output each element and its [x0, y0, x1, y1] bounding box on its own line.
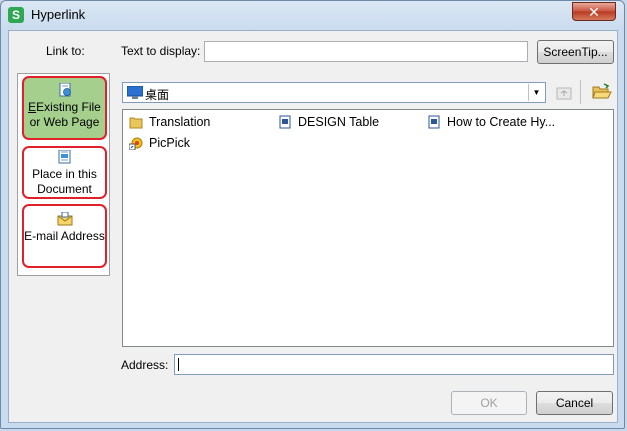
file-list[interactable]: Translation DESIGN Table How to Create H…	[122, 109, 614, 347]
address-label: Address:	[121, 358, 169, 372]
text-cursor	[178, 358, 179, 371]
nav-existing-line2: or Web Page	[29, 115, 100, 129]
app-icon: S	[8, 7, 24, 23]
nav-place-line2: Document	[37, 182, 92, 196]
close-button[interactable]: ✕	[572, 2, 616, 21]
ok-button[interactable]: OK	[451, 391, 527, 415]
nav-place-in-document[interactable]: Place in this Document	[22, 146, 107, 199]
nav-email-label: E-mail Address	[24, 229, 105, 243]
link-to-label: Link to:	[46, 44, 85, 58]
location-combobox[interactable]: 桌面 ▼	[122, 82, 546, 103]
open-folder-icon	[592, 83, 612, 99]
browse-folder-button[interactable]	[592, 83, 612, 101]
text-to-display-label: Text to display:	[121, 44, 201, 58]
file-name: Translation	[149, 115, 211, 129]
document-bookmark-icon	[58, 150, 70, 164]
chevron-down-icon[interactable]: ▼	[528, 84, 544, 101]
nav-existing-line1: Existing File	[36, 100, 101, 114]
address-input[interactable]	[174, 354, 614, 375]
file-name: How to Create Hy...	[447, 115, 556, 129]
file-name: PicPick	[149, 136, 190, 150]
file-name: DESIGN Table	[298, 115, 380, 129]
up-one-folder-button[interactable]	[555, 83, 573, 101]
document-icon	[279, 115, 291, 129]
folder-icon	[129, 117, 143, 129]
dialog-title: Hyperlink	[31, 7, 86, 22]
link-to-panel: EExisting File or Web Page Place in this…	[17, 73, 110, 276]
web-page-icon	[59, 83, 71, 97]
title-bar[interactable]: S Hyperlink ✕	[1, 1, 624, 29]
dialog-body: Link to: Text to display: ScreenTip... E…	[8, 30, 618, 423]
screentip-button[interactable]: ScreenTip...	[537, 40, 614, 64]
email-icon	[57, 212, 72, 226]
location-value: 桌面	[145, 88, 170, 102]
up-folder-icon	[556, 87, 572, 100]
nav-existing-file[interactable]: EExisting File or Web Page	[22, 76, 107, 140]
shortcut-icon	[129, 137, 143, 150]
text-to-display-input[interactable]	[204, 41, 528, 62]
document-icon	[428, 115, 440, 129]
hyperlink-dialog: S Hyperlink ✕ Link to: Text to display: …	[0, 0, 625, 429]
toolbar-separator	[580, 80, 581, 104]
nav-place-line1: Place in this	[32, 167, 97, 181]
desktop-icon	[127, 86, 143, 99]
nav-email-address[interactable]: E-mail Address	[22, 204, 107, 268]
cancel-button[interactable]: Cancel	[536, 391, 613, 415]
